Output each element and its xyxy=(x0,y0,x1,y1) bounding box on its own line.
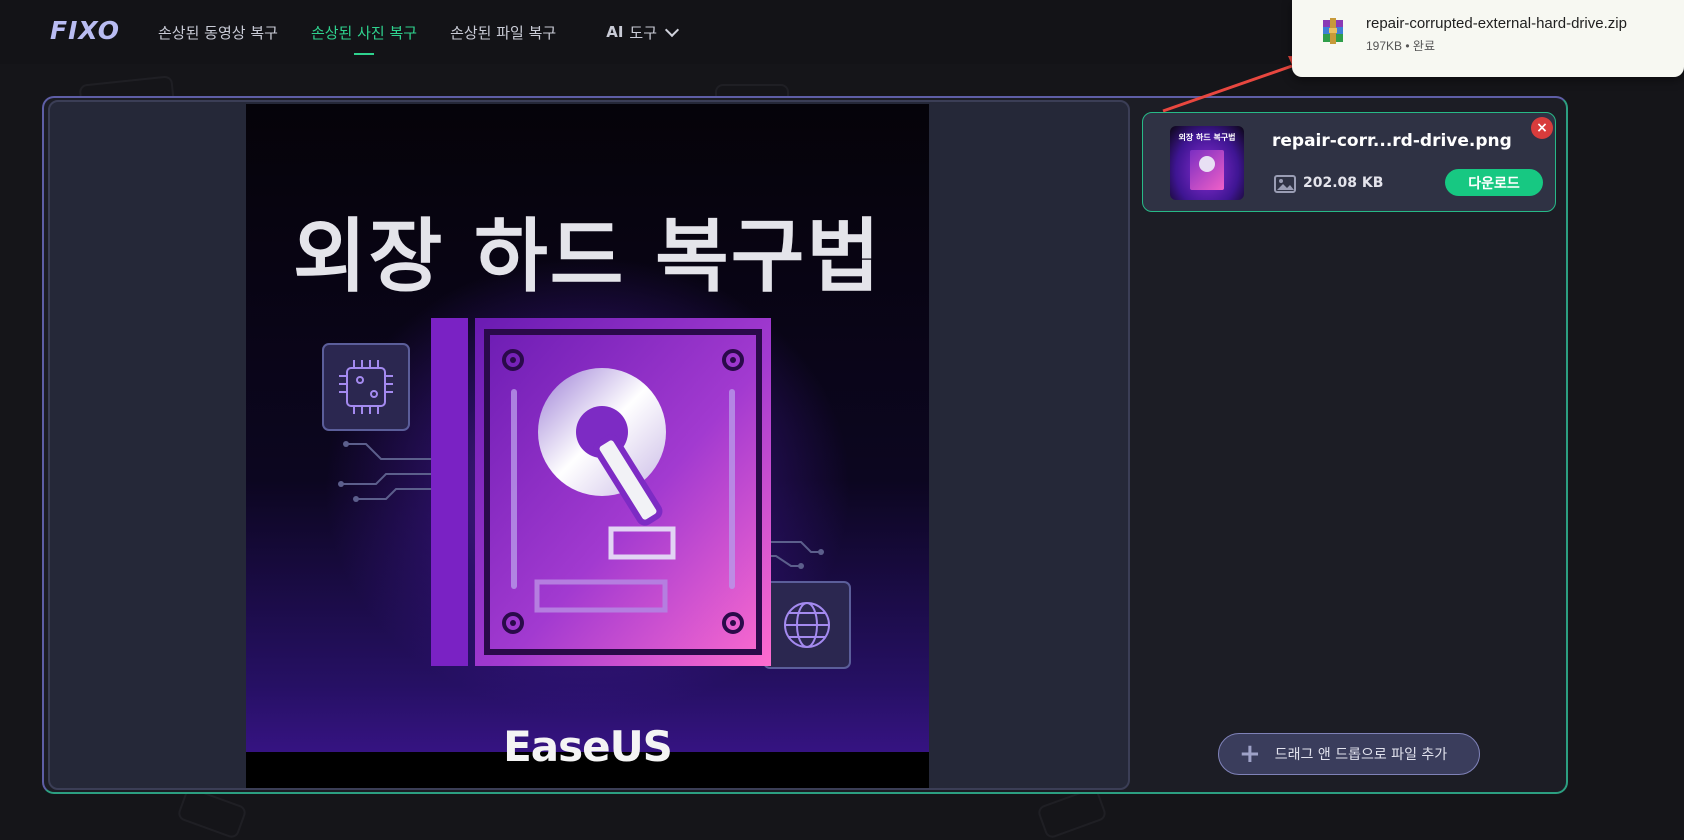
main-nav: 손상된 동영상 복구 손상된 사진 복구 손상된 파일 복구 AI 도구 xyxy=(158,0,680,64)
file-name: repair-corr...rd-drive.png xyxy=(1272,131,1512,151)
fixo-logo[interactable]: FIXO xyxy=(50,16,120,45)
plus-icon: + xyxy=(1239,739,1261,769)
nav-file-repair-label: 손상된 파일 복구 xyxy=(450,23,557,42)
add-files-label: 드래그 앤 드롭으로 파일 추가 xyxy=(1274,747,1448,763)
image-preview-panel: 외장 하드 복구법 EaseUS xyxy=(48,100,1130,790)
ai-tools-label: 도구 xyxy=(629,23,658,42)
preview-title: 외장 하드 복구법 xyxy=(293,210,882,303)
ai-tools-prefix: AI xyxy=(606,23,624,41)
downloaded-filename: repair-corrupted-external-hard-drive.zip xyxy=(1366,15,1627,32)
background-decoration xyxy=(1036,786,1108,840)
download-status: 197KB • 완료 xyxy=(1366,37,1435,54)
easeus-logo: EaseUS xyxy=(503,722,673,771)
preview-image: 외장 하드 복구법 EaseUS xyxy=(246,104,929,788)
nav-video-repair-label: 손상된 동영상 복구 xyxy=(158,23,278,42)
nav-photo-repair[interactable]: 손상된 사진 복구 xyxy=(310,22,418,55)
status-separator: • xyxy=(1405,39,1410,53)
background-decoration xyxy=(176,786,248,840)
thumbnail-title: 외장 하드 복구법 xyxy=(1178,133,1236,142)
close-icon[interactable]: × xyxy=(1531,117,1553,139)
add-files-button[interactable]: + 드래그 앤 드롭으로 파일 추가 xyxy=(1218,733,1480,775)
active-tab-indicator xyxy=(354,52,374,55)
chevron-down-icon xyxy=(664,22,680,38)
download-button[interactable]: 다운로드 xyxy=(1445,169,1543,196)
nav-photo-repair-label: 손상된 사진 복구 xyxy=(310,23,418,42)
downloaded-size: 197KB xyxy=(1366,39,1403,53)
zip-archive-icon xyxy=(1323,18,1343,44)
repaired-file-card: 외장 하드 복구법 repair-corr...rd-drive.png 202… xyxy=(1142,112,1556,212)
thumbnail-disc-graphic xyxy=(1199,156,1215,172)
image-file-icon xyxy=(1274,175,1296,193)
file-thumbnail[interactable]: 외장 하드 복구법 xyxy=(1170,126,1244,200)
download-complete-popup[interactable]: repair-corrupted-external-hard-drive.zip… xyxy=(1292,0,1684,77)
file-size: 202.08 KB xyxy=(1303,175,1384,191)
nav-video-repair[interactable]: 손상된 동영상 복구 xyxy=(158,22,278,43)
download-status-label: 완료 xyxy=(1412,39,1436,53)
ai-tools-dropdown[interactable]: AI 도구 xyxy=(606,22,680,43)
nav-file-repair[interactable]: 손상된 파일 복구 xyxy=(450,22,556,43)
